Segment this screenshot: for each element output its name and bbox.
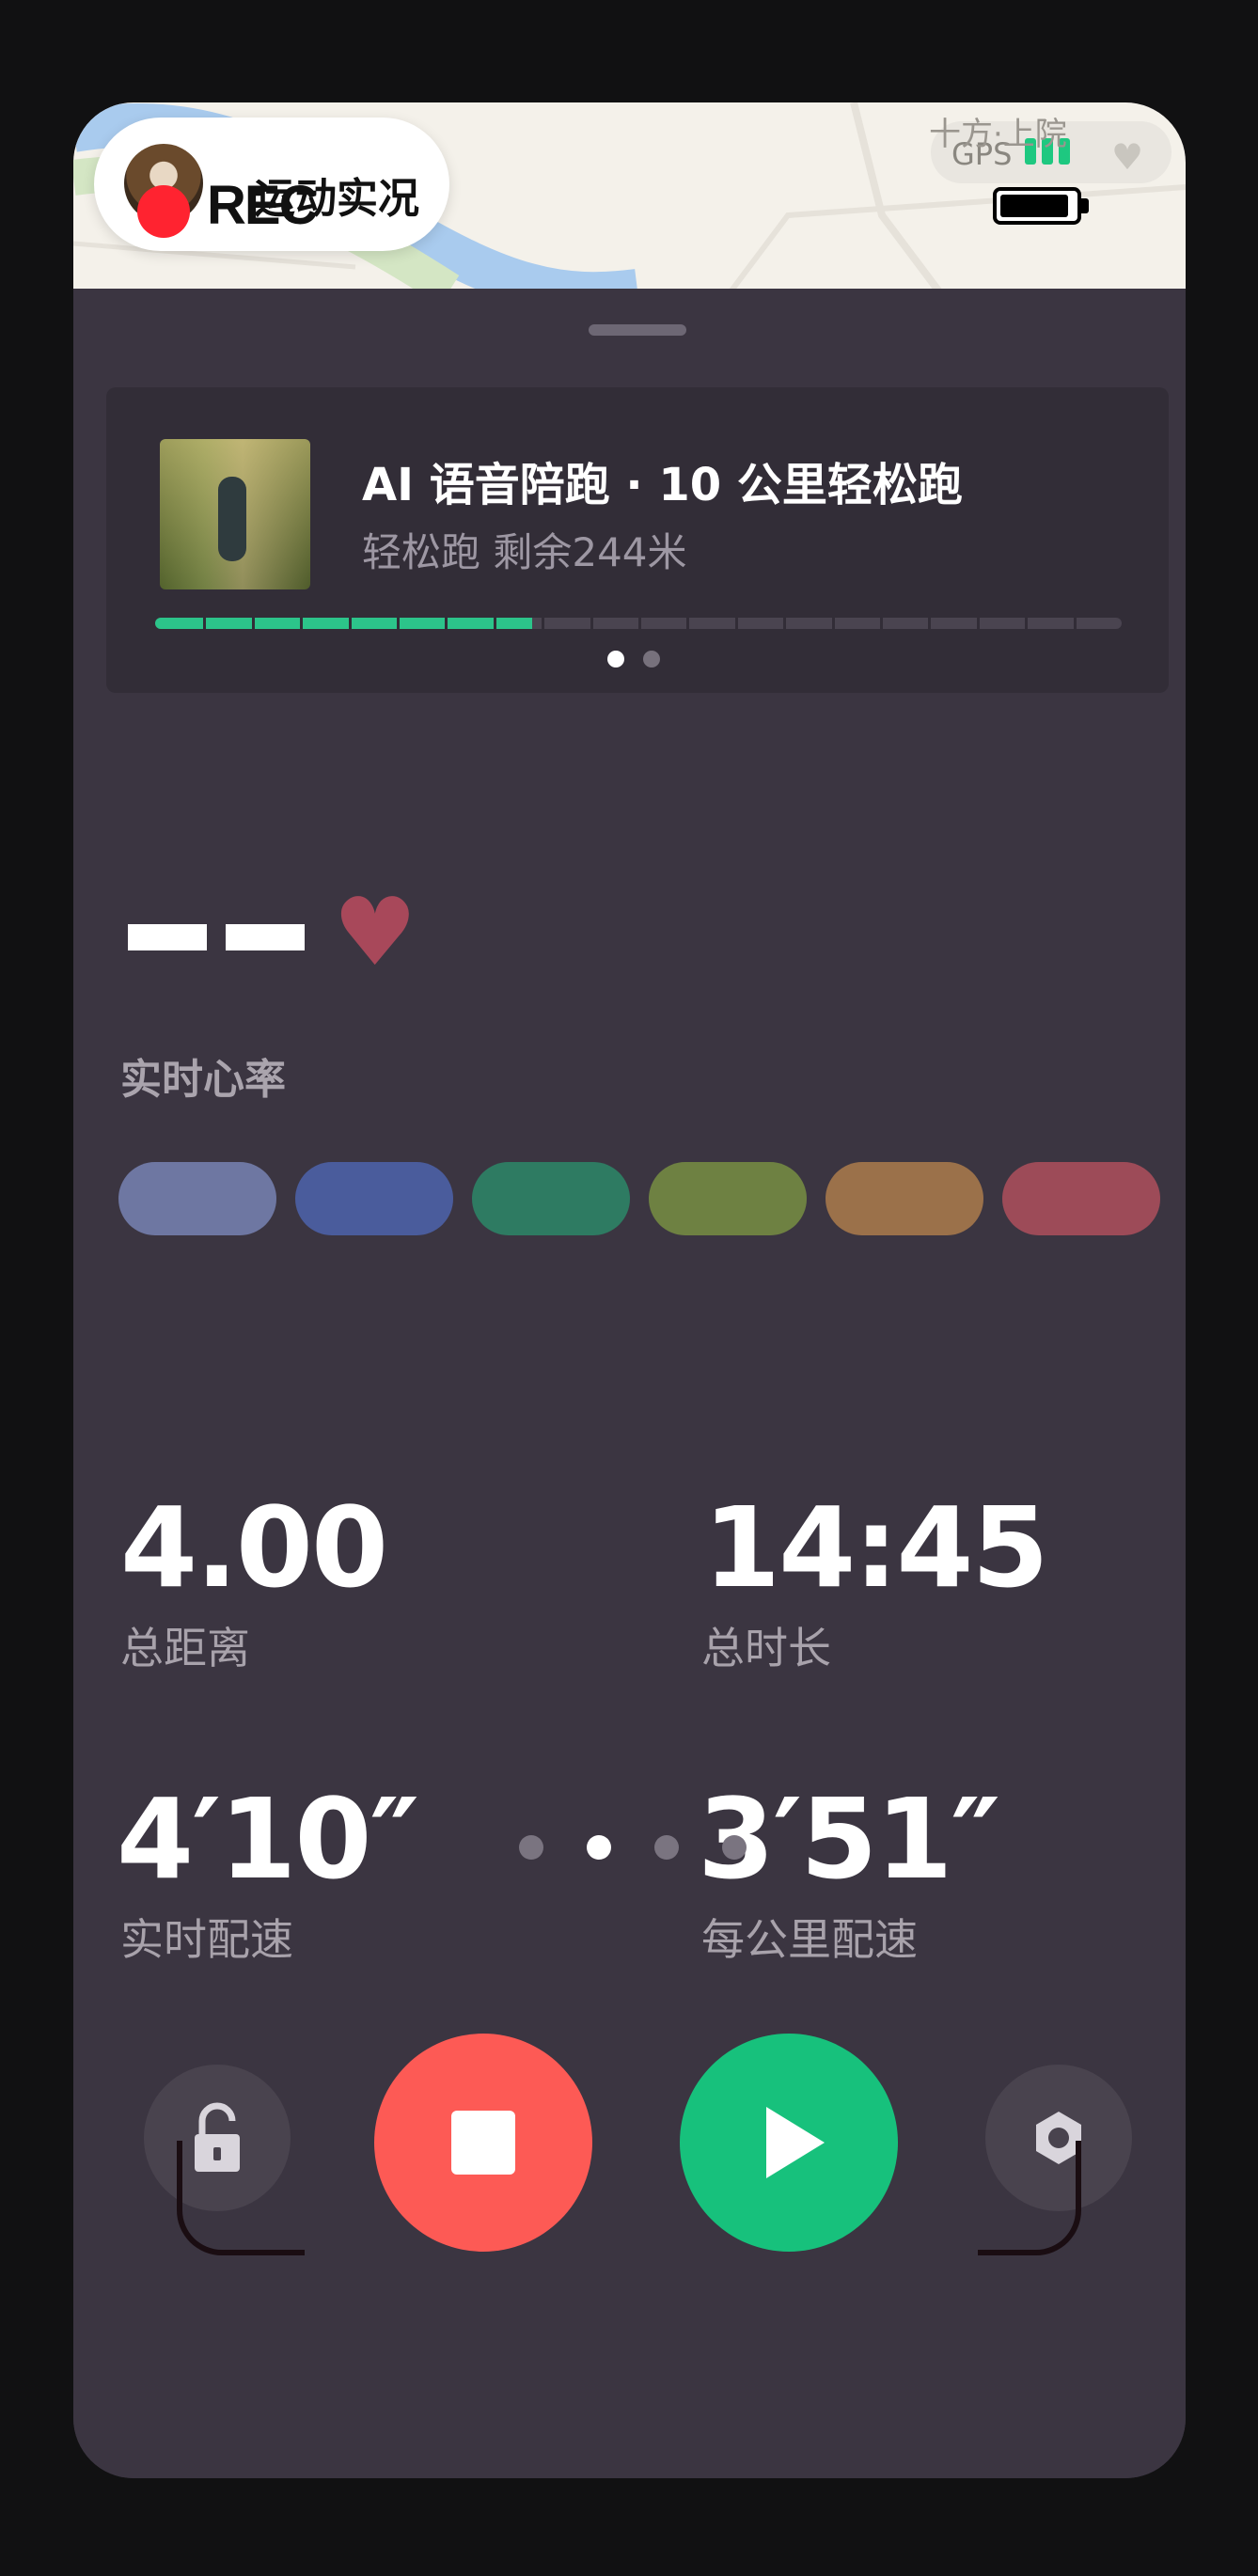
rec-label: REC xyxy=(207,175,318,236)
duration-value: 14:45 xyxy=(703,1483,1049,1612)
drag-handle[interactable] xyxy=(589,324,686,336)
km-pace-label: 每公里配速 xyxy=(701,1914,918,1965)
page-dot[interactable] xyxy=(654,1835,679,1860)
progress-segment-divider xyxy=(493,618,496,629)
heart-rate-zone xyxy=(118,1162,276,1235)
stop-icon xyxy=(451,2111,515,2175)
live-pace-value: 4′10″ xyxy=(117,1774,419,1904)
page-indicator[interactable] xyxy=(519,1835,790,1863)
live-status-pill[interactable]: 运动实况 REC xyxy=(94,118,449,251)
heart-rate-zone xyxy=(826,1162,983,1235)
course-thumbnail xyxy=(160,439,310,589)
progress-segment-divider xyxy=(300,618,304,629)
course-title: AI 语音陪跑 · 10 公里轻松跑 xyxy=(362,459,963,511)
progress-segment-divider xyxy=(1073,618,1077,629)
heart-rate-value xyxy=(128,924,323,954)
heart-rate-zone xyxy=(1002,1162,1160,1235)
location-label: 十方·上院 xyxy=(929,116,1067,153)
course-progress-bar xyxy=(155,618,1122,629)
page-dot[interactable] xyxy=(722,1835,747,1860)
progress-segment-divider xyxy=(1025,618,1029,629)
progress-segment-divider xyxy=(976,618,980,629)
page-dot[interactable] xyxy=(519,1835,543,1860)
distance-label: 总距离 xyxy=(120,1623,250,1673)
progress-segment-divider xyxy=(203,618,207,629)
heart-rate-zone xyxy=(295,1162,453,1235)
record-dot-icon xyxy=(137,185,190,238)
course-card[interactable]: AI 语音陪跑 · 10 公里轻松跑 轻松跑 剩余244米 xyxy=(106,387,1169,693)
heart-rate-label: 实时心率 xyxy=(120,1056,286,1104)
heart-rate-zone xyxy=(649,1162,807,1235)
duration-label: 总时长 xyxy=(701,1623,831,1673)
progress-segment-divider xyxy=(251,618,255,629)
phone-screen: 运动实况 REC GPS ♥ 十方·上院 AI 语音陪跑 · 10 公里轻松跑 … xyxy=(73,102,1186,2478)
progress-segment-divider xyxy=(734,618,738,629)
progress-segment-divider xyxy=(783,618,787,629)
battery-icon xyxy=(993,187,1089,225)
course-subtitle: 轻松跑 剩余244米 xyxy=(362,529,687,575)
heart-icon: ♥ xyxy=(1111,136,1144,178)
progress-segments xyxy=(155,618,1122,629)
progress-segment-divider xyxy=(928,618,932,629)
card-pager-dot xyxy=(607,651,624,668)
heart-rate-icon: ♥ xyxy=(333,877,417,987)
progress-segment-divider xyxy=(638,618,641,629)
heart-rate-zone xyxy=(472,1162,630,1235)
card-pager-dot xyxy=(643,651,660,668)
progress-segment-divider xyxy=(445,618,448,629)
stop-button[interactable] xyxy=(374,2034,592,2252)
progress-segment-divider xyxy=(397,618,400,629)
progress-segment-divider xyxy=(542,618,545,629)
corner-decoration-right xyxy=(978,2141,1081,2255)
play-icon xyxy=(766,2107,825,2178)
live-pace-label: 实时配速 xyxy=(120,1914,293,1965)
card-pager xyxy=(607,651,679,671)
progress-segment-divider xyxy=(348,618,352,629)
distance-value: 4.00 xyxy=(120,1483,388,1612)
progress-segment-divider xyxy=(831,618,835,629)
progress-segment-divider xyxy=(686,618,690,629)
progress-segment-divider xyxy=(880,618,883,629)
page-dot[interactable] xyxy=(587,1835,611,1860)
route-map[interactable]: 运动实况 REC GPS ♥ 十方·上院 xyxy=(73,102,1186,291)
corner-decoration-left xyxy=(177,2141,305,2255)
resume-button[interactable] xyxy=(680,2034,898,2252)
progress-segment-divider xyxy=(590,618,593,629)
